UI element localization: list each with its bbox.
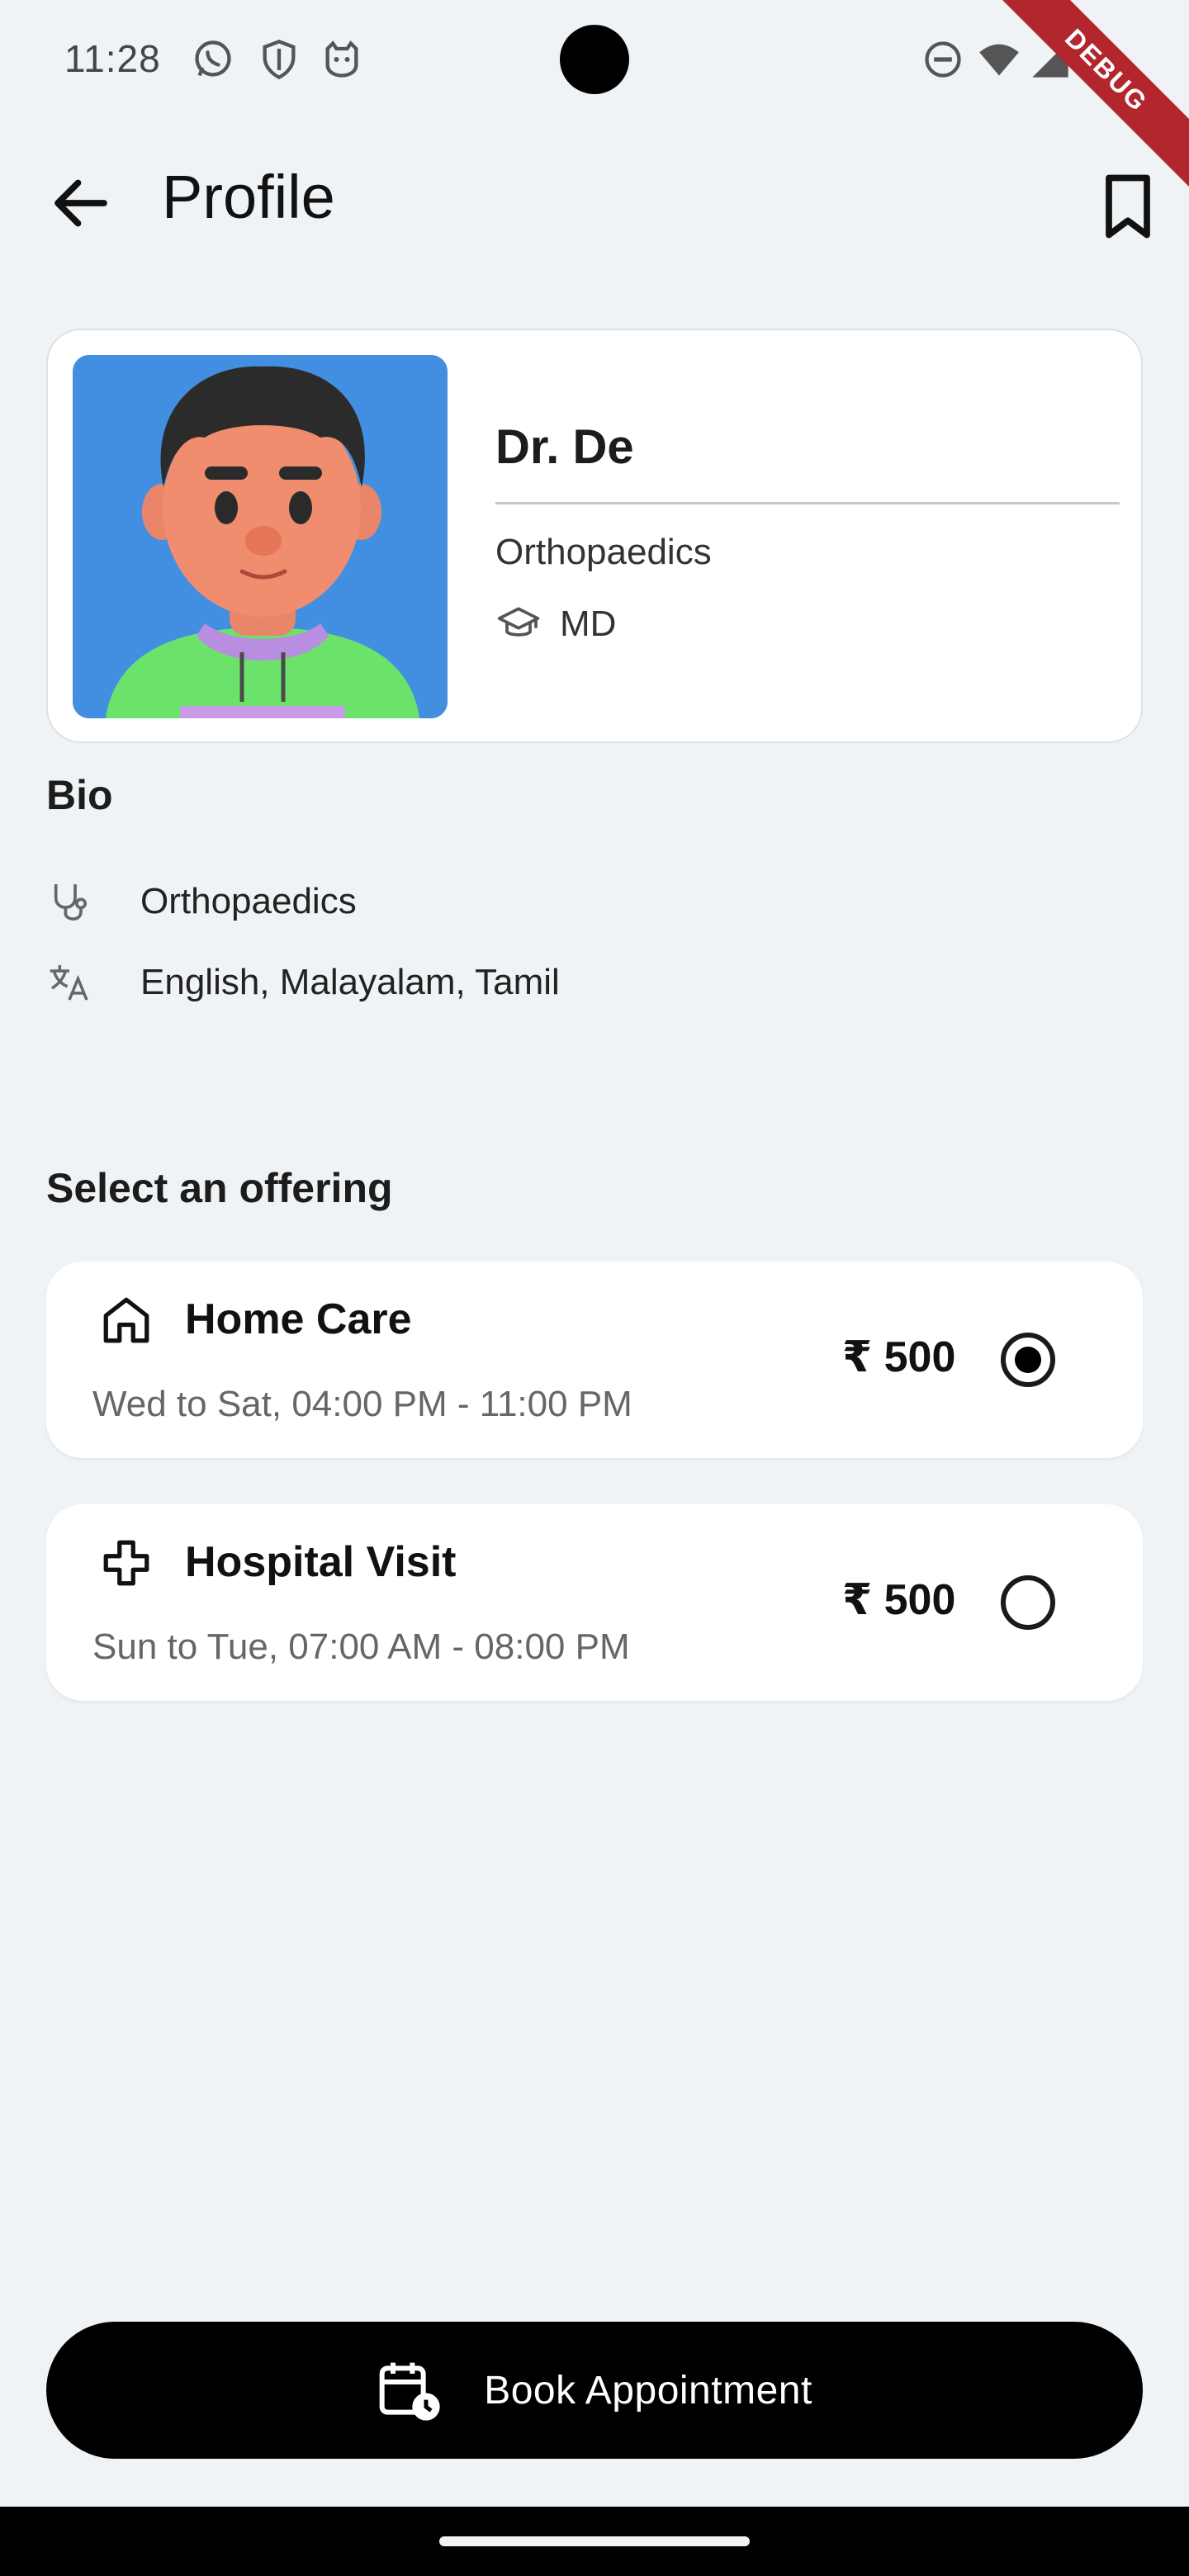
stethoscope-icon (54, 884, 88, 921)
book-appointment-button[interactable]: Book Appointment (46, 2322, 1143, 2459)
bio-heading: Bio (46, 772, 113, 818)
avatar (73, 355, 448, 718)
whatsapp-icon (195, 40, 231, 77)
doctor-name: Dr. De (495, 420, 634, 474)
divider (495, 502, 1120, 504)
wifi-icon (979, 44, 1019, 76)
offering-radio-unselected[interactable] (1001, 1575, 1055, 1630)
doctor-degree: MD (560, 604, 617, 644)
cat-icon (325, 40, 358, 78)
bio-item-languages: English, Malayalam, Tamil (46, 958, 707, 1007)
shield-icon (263, 40, 296, 80)
app-bar: Profile (0, 132, 1189, 264)
do-not-disturb-icon (925, 41, 961, 78)
home-icon (103, 1297, 149, 1343)
bio-specialty-text: Orthopaedics (140, 881, 357, 921)
offering-card-home-care[interactable]: Home Care Wed to Sat, 04:00 PM - 11:00 P… (46, 1262, 1143, 1458)
bookmark-outline-icon[interactable] (1090, 168, 1166, 244)
offering-title: Hospital Visit (185, 1538, 457, 1586)
offering-heading: Select an offering (46, 1165, 393, 1211)
book-appointment-label: Book Appointment (484, 2368, 812, 2413)
page-title: Profile (162, 163, 335, 231)
translate-icon (50, 965, 88, 1001)
avatar-illustration (73, 355, 448, 718)
camera-cutout (560, 25, 629, 94)
status-time: 11:28 (64, 37, 161, 80)
graduation-cap-icon (497, 607, 540, 637)
offering-card-hospital-visit[interactable]: Hospital Visit Sun to Tue, 07:00 AM - 08… (46, 1504, 1143, 1701)
offering-schedule: Wed to Sat, 04:00 PM - 11:00 PM (92, 1384, 632, 1424)
offering-price: ₹ 500 (842, 1333, 956, 1381)
doctor-specialty: Orthopaedics (495, 532, 712, 572)
degree-row: MD (495, 599, 616, 649)
offering-radio-selected[interactable] (1001, 1333, 1055, 1387)
doctor-profile-card: Dr. De Orthopaedics MD (46, 329, 1143, 743)
arrow-back-icon[interactable] (46, 168, 116, 238)
offering-title: Home Care (185, 1295, 412, 1343)
status-bar: 11:28 DEBUG (0, 0, 1189, 187)
home-indicator[interactable] (439, 2536, 750, 2546)
offering-price: ₹ 500 (842, 1576, 956, 1624)
bio-item-specialty: Orthopaedics (46, 877, 707, 926)
bio-languages-text: English, Malayalam, Tamil (140, 962, 560, 1002)
offering-schedule: Sun to Tue, 07:00 AM - 08:00 PM (92, 1627, 630, 1667)
system-nav-bar (0, 2507, 1189, 2576)
medical-cross-icon (103, 1540, 149, 1586)
profile-screen: 11:28 DEBUG Profile Dr. De Orthopaedics … (0, 0, 1189, 2576)
calendar-clock-icon (379, 2362, 440, 2421)
